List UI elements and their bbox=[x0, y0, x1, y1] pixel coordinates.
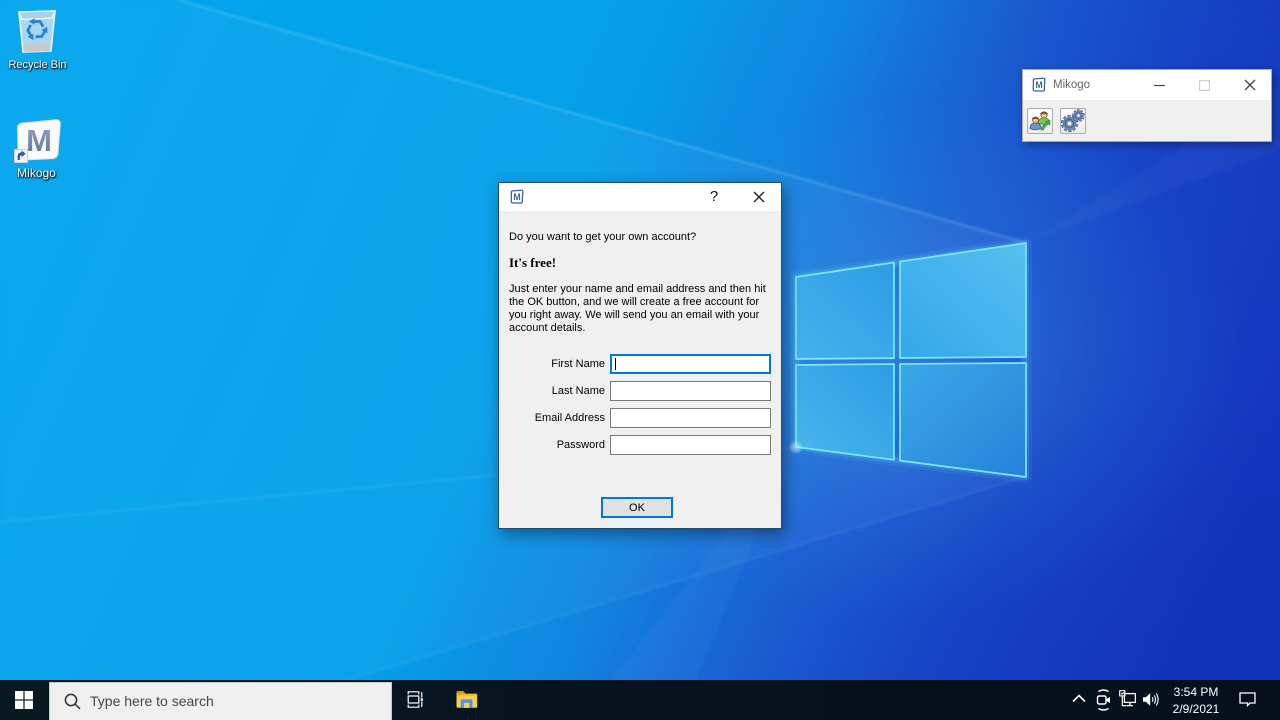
svg-text:M: M bbox=[513, 192, 520, 202]
svg-text:M: M bbox=[26, 123, 52, 158]
svg-text:M: M bbox=[1035, 80, 1042, 90]
